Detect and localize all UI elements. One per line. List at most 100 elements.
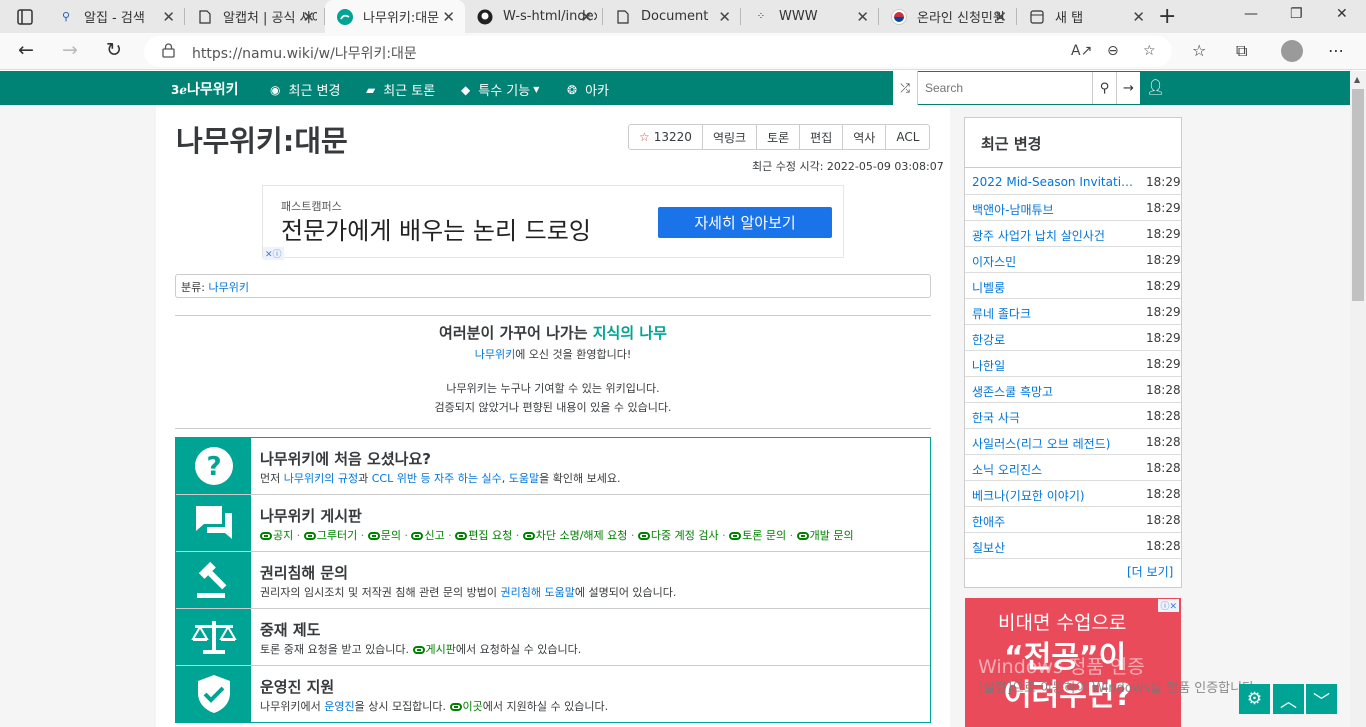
category-link[interactable]: 나무위키: [208, 281, 248, 294]
backlinks-button[interactable]: 역링크: [703, 125, 758, 149]
board-link-discuss-inquiry[interactable]: 토론 문의: [742, 529, 786, 542]
close-icon[interactable]: ✕: [302, 8, 315, 26]
item-name[interactable]: 이자스민: [972, 253, 1137, 270]
user-icon[interactable]: 👤︎: [1146, 78, 1165, 96]
browser-tab[interactable]: 알캡처 | 공식 사이트 ✕: [185, 0, 325, 33]
restore-icon[interactable]: ❐: [1290, 6, 1303, 22]
scroll-top-icon[interactable]: ︿: [1273, 684, 1304, 714]
board-link-inquiry[interactable]: 문의: [381, 529, 401, 542]
recent-change-item[interactable]: 한강로 18:29: [965, 325, 1181, 351]
item-name[interactable]: 광주 사업가 납치 살인사건: [972, 227, 1137, 244]
edit-button[interactable]: 편집: [800, 125, 844, 149]
recent-change-item[interactable]: 니벨룽 18:29: [965, 273, 1181, 299]
item-name[interactable]: 니벨룽: [972, 279, 1137, 296]
close-icon[interactable]: ✕: [856, 8, 869, 26]
recent-change-item[interactable]: 한애주 18:28: [965, 507, 1181, 533]
banner-ad[interactable]: 패스트캠퍼스 전문가에게 배우는 논리 드로잉 자세히 알아보기 ✕ⓘ: [262, 185, 844, 260]
read-aloud-icon[interactable]: A↗: [1071, 43, 1092, 59]
scroll-bottom-icon[interactable]: ﹀: [1306, 684, 1337, 714]
scroll-thumb[interactable]: [1352, 89, 1364, 301]
browser-tab[interactable]: 새 탭 ✕: [1017, 0, 1155, 33]
favorites-icon[interactable]: ☆: [1192, 41, 1206, 60]
recent-change-item[interactable]: 나한일 18:29: [965, 351, 1181, 377]
board-link-stump[interactable]: 그루터기: [317, 529, 357, 542]
zoom-icon[interactable]: ⊖: [1107, 43, 1119, 59]
new-tab-button[interactable]: +: [1158, 4, 1176, 29]
recent-change-item[interactable]: 2022 Mid-Season Invitational/... 18:29: [965, 169, 1181, 195]
board-link-edit-request[interactable]: 편집 요청: [468, 529, 512, 542]
browser-tab[interactable]: W-s-html/index ✕: [465, 0, 603, 33]
close-icon[interactable]: ✕: [162, 8, 175, 26]
more-link[interactable]: [더 보기]: [1127, 563, 1173, 580]
close-icon[interactable]: ✕: [994, 8, 1007, 26]
browser-tab[interactable]: ⚲ 알집 - 검색 ✕: [46, 0, 185, 33]
item-name[interactable]: 생존스쿨 흑망고: [972, 383, 1137, 400]
recent-change-item[interactable]: 베크나(기묘한 이야기) 18:28: [965, 481, 1181, 507]
item-name[interactable]: 베크나(기묘한 이야기): [972, 487, 1137, 504]
help-link[interactable]: 도움말: [509, 472, 539, 485]
item-name[interactable]: 한애주: [972, 513, 1137, 530]
item-name[interactable]: 류네 졸다크: [972, 305, 1137, 322]
item-name[interactable]: 백앤아-남매튜브: [972, 201, 1137, 218]
more-icon[interactable]: ⋯: [1328, 41, 1344, 60]
recent-change-item[interactable]: 소닉 오리진스 18:28: [965, 455, 1181, 481]
site-logo[interactable]: 3ℯ나무위키: [171, 79, 239, 99]
search-icon[interactable]: ⚲: [1092, 72, 1116, 104]
nav-recent-discuss[interactable]: ▰ 최근 토론: [366, 80, 435, 100]
close-icon[interactable]: ✕: [1132, 8, 1145, 26]
refresh-icon[interactable]: ↻: [106, 39, 122, 61]
recent-change-item[interactable]: 사일러스(리그 오브 레전드) 18:28: [965, 429, 1181, 455]
url-field[interactable]: https://namu.wiki/w/나무위키:대문 A↗ ⊖ ☆: [144, 36, 1172, 67]
acl-button[interactable]: ACL: [886, 125, 929, 149]
tab-actions-icon[interactable]: [10, 6, 38, 28]
item-name[interactable]: 한강로: [972, 331, 1137, 348]
discuss-button[interactable]: 토론: [757, 125, 801, 149]
recent-change-item[interactable]: 류네 졸다크 18:29: [965, 299, 1181, 325]
recent-change-item[interactable]: 광주 사업가 납치 살인사건 18:29: [965, 221, 1181, 247]
browser-tab[interactable]: 온라인 신청민원 ✕: [879, 0, 1017, 33]
minimize-icon[interactable]: —: [1244, 6, 1258, 22]
recent-change-item[interactable]: 백앤아-남매튜브 18:29: [965, 195, 1181, 221]
forward-icon[interactable]: →: [62, 39, 78, 61]
item-name[interactable]: 나한일: [972, 357, 1137, 374]
go-icon[interactable]: →: [1116, 72, 1140, 104]
recent-change-item[interactable]: 이자스민 18:29: [965, 247, 1181, 273]
recent-change-item[interactable]: 생존스쿨 흑망고 18:28: [965, 377, 1181, 403]
favorite-add-icon[interactable]: ☆: [1143, 43, 1156, 59]
rights-help-link[interactable]: 권리침해 도움말: [501, 586, 575, 599]
board-link-report[interactable]: 신고: [424, 529, 444, 542]
window-close-icon[interactable]: ✕: [1336, 6, 1348, 22]
nav-recent-changes[interactable]: ◉ 최근 변경: [270, 80, 340, 100]
ad-cta-button[interactable]: 자세히 알아보기: [658, 207, 832, 238]
back-icon[interactable]: ←: [18, 39, 34, 61]
welcome-link[interactable]: 나무위키: [475, 348, 515, 361]
close-icon[interactable]: ✕: [442, 8, 455, 26]
browser-tab[interactable]: Document ✕: [603, 0, 741, 33]
item-name[interactable]: 2022 Mid-Season Invitational/...: [972, 175, 1137, 189]
item-name[interactable]: 사일러스(리그 오브 레전드): [972, 435, 1137, 452]
scroll-up-icon[interactable]: ▲: [1354, 75, 1360, 84]
board-link-multi-account[interactable]: 다중 계정 검사: [651, 529, 719, 542]
collections-icon[interactable]: ⧉: [1236, 41, 1247, 61]
apply-link[interactable]: 이곳: [463, 700, 483, 713]
nav-special[interactable]: ◆ 특수 기능 ▼: [461, 80, 539, 100]
adchoices-icon[interactable]: ⓘ✕: [1158, 599, 1179, 612]
board-link-notice[interactable]: 공지: [273, 529, 293, 542]
random-icon[interactable]: ⤮: [893, 71, 918, 105]
ccl-mistakes-link[interactable]: CCL 위반 등 자주 하는 실수: [372, 472, 502, 485]
star-button[interactable]: ☆ 13220: [629, 125, 703, 149]
item-name[interactable]: 소닉 오리진스: [972, 461, 1137, 478]
browser-tab[interactable]: ⁘ WWW ✕: [741, 0, 879, 33]
item-name[interactable]: 한국 사극: [972, 409, 1137, 426]
close-icon[interactable]: ✕: [718, 8, 731, 26]
board-link-dev-inquiry[interactable]: 개발 문의: [810, 529, 854, 542]
browser-tab-active[interactable]: 나무위키:대문 ✕: [325, 0, 465, 33]
nav-arca[interactable]: ❂ 아카: [567, 80, 609, 100]
adchoices-icon[interactable]: ✕ⓘ: [263, 247, 284, 260]
staff-link[interactable]: 운영진: [324, 700, 354, 713]
profile-icon[interactable]: [1281, 40, 1303, 62]
board-link[interactable]: 게시판: [426, 643, 456, 656]
search-input[interactable]: [918, 72, 1092, 104]
settings-icon[interactable]: ⚙: [1239, 684, 1270, 714]
recent-change-item[interactable]: 한국 사극 18:28: [965, 403, 1181, 429]
